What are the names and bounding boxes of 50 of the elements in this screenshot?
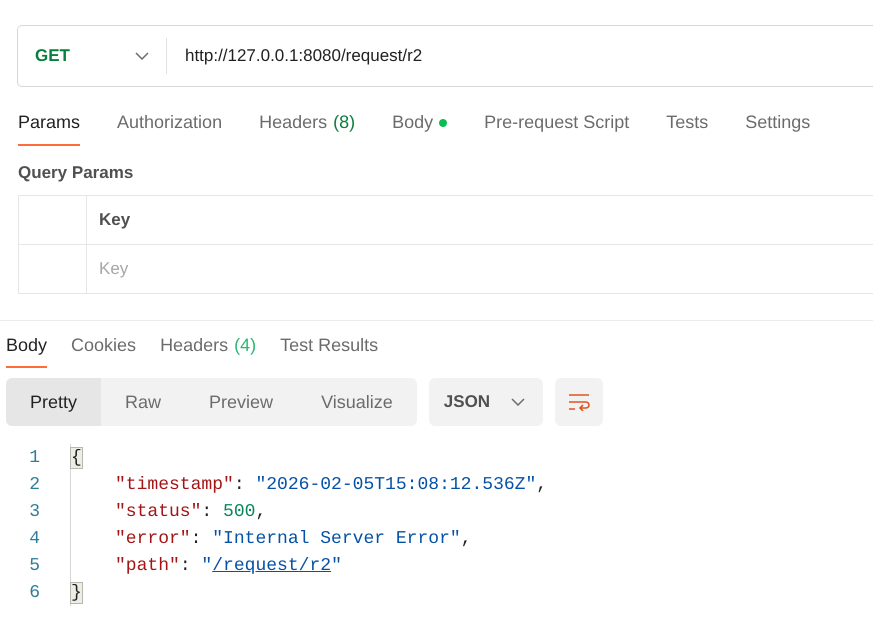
key-input[interactable]: Key bbox=[99, 259, 299, 279]
view-mode-option[interactable]: Visualize bbox=[297, 378, 417, 426]
section-title: Query Params bbox=[18, 163, 134, 183]
json-string: "2026-02-05T15:08:12.536Z" bbox=[255, 474, 536, 494]
json-key: "timestamp" bbox=[115, 474, 234, 494]
punctuation: : bbox=[180, 556, 192, 576]
json-number: 500 bbox=[223, 502, 256, 522]
json-string: "Internal Server Error" bbox=[212, 528, 461, 548]
response-tab[interactable]: Body bbox=[6, 333, 48, 368]
line-number: 1 bbox=[28, 448, 41, 468]
request-tab[interactable]: Headers (8) bbox=[259, 107, 356, 146]
punctuation: : bbox=[190, 528, 202, 548]
path-link[interactable]: /request/r2 bbox=[212, 556, 332, 576]
request-tab[interactable]: Body bbox=[392, 107, 448, 146]
wrap-lines-button[interactable] bbox=[554, 378, 603, 426]
json-string: " bbox=[201, 556, 212, 576]
view-mode-option[interactable]: Raw bbox=[101, 378, 186, 426]
caret-icon bbox=[135, 52, 149, 60]
wrap-lines-icon bbox=[566, 393, 591, 411]
format-dropdown[interactable]: JSON bbox=[428, 378, 543, 426]
request-tab[interactable]: Pre-request Script bbox=[484, 107, 630, 146]
json-string: " bbox=[331, 556, 342, 576]
view-mode-option[interactable]: Preview bbox=[185, 378, 298, 426]
punctuation: : bbox=[201, 502, 214, 522]
line-number: 2 bbox=[28, 474, 41, 494]
request-tab[interactable]: Tests bbox=[666, 107, 708, 146]
method-dropdown[interactable]: GET bbox=[18, 38, 167, 74]
url-field[interactable]: http://127.0.0.1:8080/request/r2 bbox=[167, 46, 422, 66]
punctuation: : bbox=[234, 474, 246, 494]
line-number: 4 bbox=[28, 528, 41, 548]
json-key: "path" bbox=[115, 556, 180, 576]
punctuation: , bbox=[460, 528, 472, 548]
brace-text: { bbox=[71, 448, 82, 468]
brace-text: } bbox=[71, 582, 82, 602]
request-tab[interactable]: Authorization bbox=[117, 107, 222, 146]
response-tab[interactable]: Headers (4) bbox=[160, 333, 256, 368]
caret-icon bbox=[510, 398, 525, 406]
response-tab[interactable]: Cookies bbox=[71, 333, 136, 368]
line-number: 6 bbox=[28, 582, 41, 602]
json-key: "error" bbox=[115, 528, 191, 548]
punctuation: , bbox=[536, 474, 548, 494]
column-header: Key bbox=[99, 210, 130, 230]
request-tab[interactable]: Params bbox=[18, 107, 80, 146]
line-number: 3 bbox=[28, 502, 41, 522]
punctuation: , bbox=[255, 502, 266, 522]
view-mode-option[interactable]: Pretty bbox=[6, 378, 102, 426]
response-tab[interactable]: Test Results bbox=[280, 333, 378, 368]
request-tab[interactable]: Settings bbox=[745, 107, 810, 146]
line-number: 5 bbox=[28, 556, 41, 576]
json-key: "status" bbox=[115, 502, 202, 522]
